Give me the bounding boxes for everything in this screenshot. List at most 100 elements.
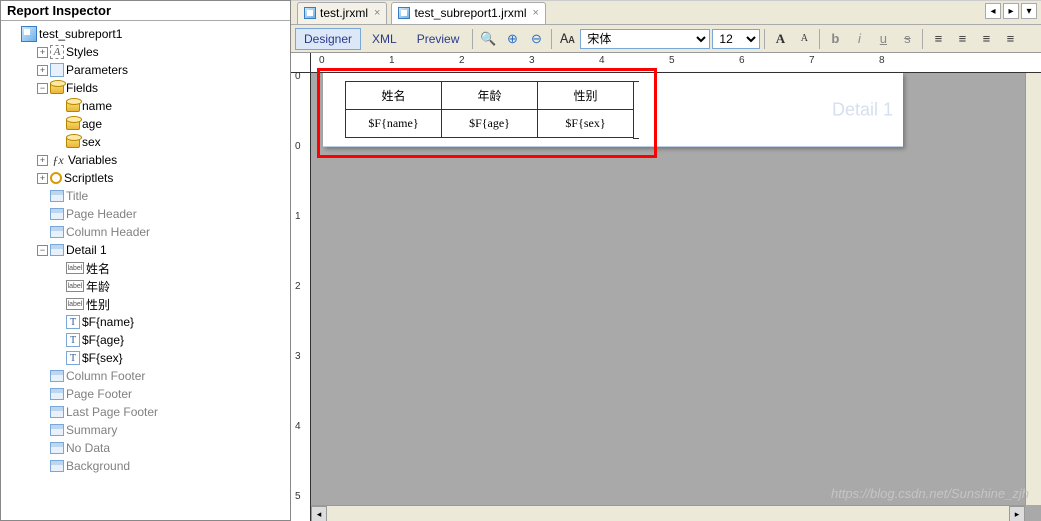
tree-textfield-sex[interactable]: T$F{sex} [53,349,290,367]
cell-field-age[interactable]: $F{age} [442,110,538,138]
tree-label: $F{age} [82,333,124,347]
tree-no-data[interactable]: No Data [37,439,290,457]
tree-root[interactable]: test_subreport1 [21,25,290,43]
tab-list-icon[interactable]: ▾ [1021,3,1037,19]
tree-column-footer[interactable]: Column Footer [37,367,290,385]
zoom-out-icon[interactable]: ⊖ [525,28,547,50]
scrollbar-horizontal[interactable]: ◂ ▸ [311,505,1025,521]
align-justify-icon[interactable]: ≡ [999,28,1021,50]
tree-last-page-footer[interactable]: Last Page Footer [37,403,290,421]
tab-prev-icon[interactable]: ◂ [985,3,1001,19]
expand-icon[interactable]: + [37,65,48,76]
scrollbar-vertical[interactable] [1025,73,1041,505]
tree-label-name[interactable]: label姓名 [53,259,290,277]
bold-icon[interactable]: b [824,28,846,50]
tree-page-header[interactable]: Page Header [37,205,290,223]
zoom-in-icon[interactable]: ⊕ [501,28,523,50]
editor-panel: test.jrxml × test_subreport1.jrxml × ◂ ▸… [291,0,1041,521]
toolbar: Designer XML Preview 🔍 ⊕ ⊖ 🗛 宋体 12 A A b… [291,25,1041,53]
tree-label: Page Header [66,207,137,221]
fields-icon [50,82,64,94]
tree-textfield-name[interactable]: T$F{name} [53,313,290,331]
ruler-horizontal: 0 1 2 3 4 5 6 7 8 [311,53,1041,73]
tree-summary[interactable]: Summary [37,421,290,439]
font-tool-icon[interactable]: 🗛 [556,28,578,50]
align-center-icon[interactable]: ≡ [951,28,973,50]
cell-header-sex[interactable]: 性别 [538,82,634,110]
align-left-icon[interactable]: ≡ [927,28,949,50]
cell-header-name[interactable]: 姓名 [346,82,442,110]
preview-button[interactable]: Preview [408,28,469,50]
scroll-right-icon[interactable]: ▸ [1009,506,1025,521]
tree-label: Page Footer [66,387,132,401]
cell-field-name[interactable]: $F{name} [346,110,442,138]
tab-next-icon[interactable]: ▸ [1003,3,1019,19]
report-page[interactable]: Detail 1 姓名 年龄 性别 $F{name} $F{age} $F{se… [323,73,903,147]
tree-label: Variables [68,153,117,167]
tree-page-footer[interactable]: Page Footer [37,385,290,403]
tree-field-age[interactable]: age [53,115,290,133]
tree-label-age[interactable]: label年龄 [53,277,290,295]
report-table[interactable]: 姓名 年龄 性别 $F{name} $F{age} $F{sex} [345,81,634,138]
styles-icon: A [50,45,64,59]
font-increase-icon[interactable]: A [769,28,791,50]
ruler-corner [291,53,311,73]
scroll-track[interactable] [327,506,1009,521]
scroll-left-icon[interactable]: ◂ [311,506,327,521]
tab-test[interactable]: test.jrxml × [297,2,387,24]
parameters-icon [50,63,64,77]
separator [764,29,765,49]
detail-band[interactable]: Detail 1 姓名 年龄 性别 $F{name} $F{age} $F{se… [323,73,903,147]
tab-nav: ◂ ▸ ▾ [985,3,1037,19]
italic-icon[interactable]: i [848,28,870,50]
tree-background[interactable]: Background [37,457,290,475]
zoom-fit-icon[interactable]: 🔍 [477,28,499,50]
canvas[interactable]: Detail 1 姓名 年龄 性别 $F{name} $F{age} $F{se… [323,73,1041,521]
tree-fields[interactable]: − Fields [37,79,290,97]
expand-icon[interactable]: + [37,155,48,166]
tree-label: Title [66,189,88,203]
align-right-icon[interactable]: ≡ [975,28,997,50]
strike-icon[interactable]: s [896,28,918,50]
collapse-icon[interactable]: − [37,83,48,94]
designer-button[interactable]: Designer [295,28,361,50]
font-decrease-icon[interactable]: A [793,28,815,50]
table-row[interactable]: 姓名 年龄 性别 [346,82,634,110]
close-icon[interactable]: × [374,7,380,19]
tree-label-sex[interactable]: label性别 [53,295,290,313]
tree-label: $F{sex} [82,351,123,365]
collapse-icon[interactable]: − [37,245,48,256]
tree-styles[interactable]: +AStyles [37,43,290,61]
tab-subreport1[interactable]: test_subreport1.jrxml × [391,2,545,24]
underline-icon[interactable]: u [872,28,894,50]
font-select[interactable]: 宋体 [580,29,710,49]
tree-label: Column Header [66,225,150,239]
inspector-tree[interactable]: test_subreport1 +AStyles +Parameters − Fi… [1,21,290,520]
table-row[interactable]: $F{name} $F{age} $F{sex} [346,110,634,138]
field-icon [66,100,80,112]
tree-label: Fields [66,81,98,95]
tree-textfield-age[interactable]: T$F{age} [53,331,290,349]
close-icon[interactable]: × [532,7,538,19]
band-label: Detail 1 [832,99,893,120]
tree-parameters[interactable]: +Parameters [37,61,290,79]
tree-scriptlets[interactable]: +Scriptlets [37,169,290,187]
expand-icon[interactable]: + [37,47,48,58]
xml-button[interactable]: XML [363,28,406,50]
tree-title-section[interactable]: Title [37,187,290,205]
cell-header-age[interactable]: 年龄 [442,82,538,110]
expand-icon[interactable]: + [37,173,48,184]
tree-label: 姓名 [86,260,110,277]
label-icon: label [66,280,84,292]
tree-field-name[interactable]: name [53,97,290,115]
tree-variables[interactable]: +ƒxVariables [37,151,290,169]
textfield-icon: T [66,351,80,365]
tree-field-sex[interactable]: sex [53,133,290,151]
cell-field-sex[interactable]: $F{sex} [538,110,634,138]
font-size-select[interactable]: 12 [712,29,760,49]
report-inspector-panel: Report Inspector test_subreport1 +AStyle… [0,0,291,521]
separator [551,29,552,49]
tree-column-header[interactable]: Column Header [37,223,290,241]
tree-label: name [82,99,112,113]
tree-detail-1[interactable]: −Detail 1 [37,241,290,259]
